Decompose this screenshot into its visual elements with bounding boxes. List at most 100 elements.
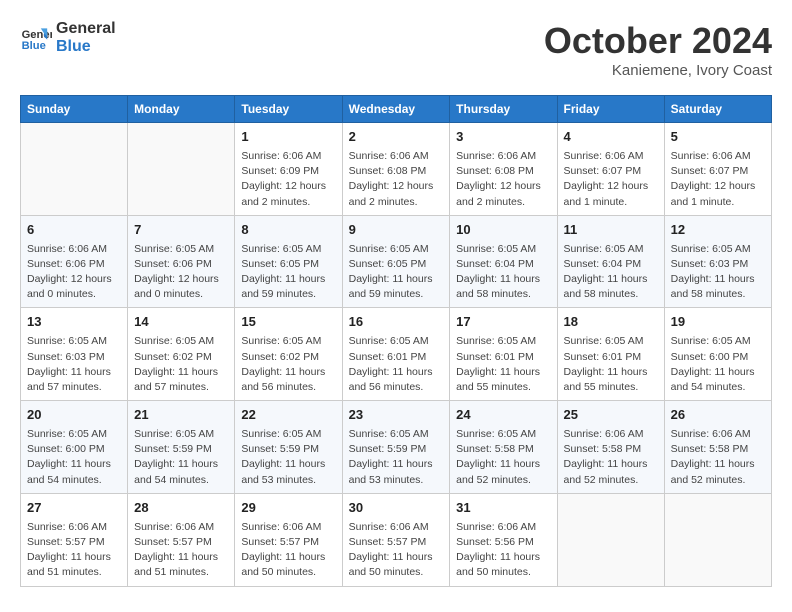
day-info: Sunrise: 6:06 AM Sunset: 6:07 PM Dayligh… [671,149,765,210]
day-number: 11 [564,221,658,240]
calendar-cell: 28 Sunrise: 6:06 AM Sunset: 5:57 PM Dayli… [128,493,235,586]
day-number: 3 [456,128,550,147]
page-header: General Blue General Blue October 2024 K… [20,20,772,79]
day-info: Sunrise: 6:05 AM Sunset: 6:01 PM Dayligh… [349,334,444,395]
day-info: Sunrise: 6:06 AM Sunset: 6:06 PM Dayligh… [27,242,121,303]
svg-text:Blue: Blue [22,40,46,52]
calendar-week-2: 6 Sunrise: 6:06 AM Sunset: 6:06 PM Daylig… [21,215,772,308]
calendar-cell [128,123,235,216]
weekday-header-tuesday: Tuesday [235,96,342,123]
day-info: Sunrise: 6:05 AM Sunset: 6:06 PM Dayligh… [134,242,228,303]
day-info: Sunrise: 6:06 AM Sunset: 5:58 PM Dayligh… [671,427,765,488]
day-number: 7 [134,221,228,240]
title-block: October 2024 Kaniemene, Ivory Coast [544,20,772,79]
day-number: 19 [671,313,765,332]
calendar-cell: 19 Sunrise: 6:05 AM Sunset: 6:00 PM Dayli… [664,308,771,401]
day-info: Sunrise: 6:05 AM Sunset: 6:03 PM Dayligh… [671,242,765,303]
calendar-cell: 12 Sunrise: 6:05 AM Sunset: 6:03 PM Dayli… [664,215,771,308]
calendar-cell: 29Sunrise: 6:06 AM Sunset: 5:57 PM Dayli… [235,493,342,586]
day-info: Sunrise: 6:05 AM Sunset: 6:05 PM Dayligh… [241,242,335,303]
day-number: 31 [456,499,550,518]
calendar-cell: 13Sunrise: 6:05 AM Sunset: 6:03 PM Dayli… [21,308,128,401]
day-number: 1 [241,128,335,147]
day-number: 26 [671,406,765,425]
logo-general: General [56,20,116,38]
day-info: Sunrise: 6:05 AM Sunset: 6:02 PM Dayligh… [134,334,228,395]
day-info: Sunrise: 6:06 AM Sunset: 6:08 PM Dayligh… [456,149,550,210]
day-number: 2 [349,128,444,147]
day-info: Sunrise: 6:05 AM Sunset: 6:00 PM Dayligh… [27,427,121,488]
day-number: 22 [241,406,335,425]
calendar-cell: 5 Sunrise: 6:06 AM Sunset: 6:07 PM Daylig… [664,123,771,216]
calendar-cell: 9Sunrise: 6:05 AM Sunset: 6:05 PM Daylig… [342,215,450,308]
day-number: 20 [27,406,121,425]
calendar-cell: 7 Sunrise: 6:05 AM Sunset: 6:06 PM Daylig… [128,215,235,308]
calendar-cell: 8 Sunrise: 6:05 AM Sunset: 6:05 PM Daylig… [235,215,342,308]
day-info: Sunrise: 6:05 AM Sunset: 6:03 PM Dayligh… [27,334,121,395]
calendar-cell: 11 Sunrise: 6:05 AM Sunset: 6:04 PM Dayli… [557,215,664,308]
day-number: 8 [241,221,335,240]
weekday-header-thursday: Thursday [450,96,557,123]
day-number: 15 [241,313,335,332]
calendar-cell [21,123,128,216]
day-number: 14 [134,313,228,332]
calendar-cell: 26 Sunrise: 6:06 AM Sunset: 5:58 PM Dayli… [664,401,771,494]
weekday-header-sunday: Sunday [21,96,128,123]
calendar-cell: 6 Sunrise: 6:06 AM Sunset: 6:06 PM Daylig… [21,215,128,308]
day-info: Sunrise: 6:06 AM Sunset: 5:56 PM Dayligh… [456,520,550,581]
day-number: 10 [456,221,550,240]
calendar-cell: 15 Sunrise: 6:05 AM Sunset: 6:02 PM Dayli… [235,308,342,401]
calendar-cell [664,493,771,586]
logo-icon: General Blue [20,22,52,54]
location: Kaniemene, Ivory Coast [544,62,772,79]
day-info: Sunrise: 6:05 AM Sunset: 5:59 PM Dayligh… [134,427,228,488]
day-info: Sunrise: 6:05 AM Sunset: 6:02 PM Dayligh… [241,334,335,395]
day-info: Sunrise: 6:06 AM Sunset: 6:07 PM Dayligh… [564,149,658,210]
day-number: 25 [564,406,658,425]
day-number: 23 [349,406,444,425]
calendar-week-4: 20 Sunrise: 6:05 AM Sunset: 6:00 PM Dayli… [21,401,772,494]
calendar-cell: 25Sunrise: 6:06 AM Sunset: 5:58 PM Dayli… [557,401,664,494]
day-number: 17 [456,313,550,332]
calendar-cell: 14 Sunrise: 6:05 AM Sunset: 6:02 PM Dayli… [128,308,235,401]
month-title: October 2024 [544,20,772,62]
weekday-header-wednesday: Wednesday [342,96,450,123]
weekday-header-monday: Monday [128,96,235,123]
day-info: Sunrise: 6:05 AM Sunset: 5:58 PM Dayligh… [456,427,550,488]
calendar-cell: 16Sunrise: 6:05 AM Sunset: 6:01 PM Dayli… [342,308,450,401]
svg-text:General: General [22,29,52,41]
day-info: Sunrise: 6:06 AM Sunset: 6:09 PM Dayligh… [241,149,335,210]
day-info: Sunrise: 6:05 AM Sunset: 6:01 PM Dayligh… [564,334,658,395]
calendar-cell: 17 Sunrise: 6:05 AM Sunset: 6:01 PM Dayli… [450,308,557,401]
calendar-cell: 20 Sunrise: 6:05 AM Sunset: 6:00 PM Dayli… [21,401,128,494]
day-info: Sunrise: 6:06 AM Sunset: 6:08 PM Dayligh… [349,149,444,210]
calendar-week-1: 1 Sunrise: 6:06 AM Sunset: 6:09 PM Daylig… [21,123,772,216]
day-number: 6 [27,221,121,240]
calendar-cell: 18 Sunrise: 6:05 AM Sunset: 6:01 PM Dayli… [557,308,664,401]
day-info: Sunrise: 6:05 AM Sunset: 6:05 PM Dayligh… [349,242,444,303]
weekday-header-friday: Friday [557,96,664,123]
logo: General Blue General Blue [20,20,116,55]
day-number: 28 [134,499,228,518]
calendar-cell: 1 Sunrise: 6:06 AM Sunset: 6:09 PM Daylig… [235,123,342,216]
day-number: 27 [27,499,121,518]
day-number: 30 [349,499,444,518]
day-info: Sunrise: 6:05 AM Sunset: 6:04 PM Dayligh… [564,242,658,303]
calendar-table: SundayMondayTuesdayWednesdayThursdayFrid… [20,95,772,587]
day-info: Sunrise: 6:05 AM Sunset: 6:01 PM Dayligh… [456,334,550,395]
weekday-header-saturday: Saturday [664,96,771,123]
day-info: Sunrise: 6:06 AM Sunset: 5:57 PM Dayligh… [134,520,228,581]
day-number: 12 [671,221,765,240]
calendar-cell: 31 Sunrise: 6:06 AM Sunset: 5:56 PM Dayli… [450,493,557,586]
calendar-cell: 4Sunrise: 6:06 AM Sunset: 6:07 PM Daylig… [557,123,664,216]
calendar-cell: 10 Sunrise: 6:05 AM Sunset: 6:04 PM Dayli… [450,215,557,308]
calendar-cell [557,493,664,586]
day-info: Sunrise: 6:06 AM Sunset: 5:57 PM Dayligh… [241,520,335,581]
day-number: 18 [564,313,658,332]
day-info: Sunrise: 6:05 AM Sunset: 6:00 PM Dayligh… [671,334,765,395]
calendar-week-5: 27 Sunrise: 6:06 AM Sunset: 5:57 PM Dayli… [21,493,772,586]
day-number: 5 [671,128,765,147]
day-info: Sunrise: 6:05 AM Sunset: 6:04 PM Dayligh… [456,242,550,303]
calendar-week-3: 13Sunrise: 6:05 AM Sunset: 6:03 PM Dayli… [21,308,772,401]
day-info: Sunrise: 6:05 AM Sunset: 5:59 PM Dayligh… [241,427,335,488]
